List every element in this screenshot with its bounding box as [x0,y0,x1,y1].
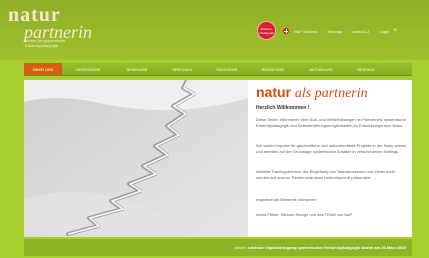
swiss-flag-icon [283,28,289,34]
footer-news-link[interactable]: nächster Diplomlehrgang systemischer Erl… [248,245,406,250]
intro-paragraph: Diese Seiten informieren über Aus- und W… [256,117,406,128]
footer-news-bar: aktuell: nächster Diplomlehrgang systemi… [24,239,412,256]
menu-item-lehrgaenge[interactable]: Lehrgänge [62,63,114,75]
link-sitemap[interactable]: Sitemap [328,29,343,34]
header-bar: natur partnerin Verein für systemische E… [0,0,429,60]
wishes-line: Inspirierende Momente wünschen [256,197,317,202]
link-index[interactable]: Index A-Z [352,29,369,34]
menu-item-seminare[interactable]: Seminare [114,63,160,75]
link-nap-schweiz[interactable]: NaP Schweiz [294,29,318,34]
impulse-paragraph: Wir wollen Impulse für ganzheitliche und… [256,143,407,154]
menu-item-aktuelles[interactable]: Aktuelles [296,63,346,75]
menu-item-beratung[interactable]: Beratung [250,63,296,75]
title-strong: natur [256,84,291,100]
partner-paragraph: Aktuelle Trainingstermine, die Begleitun… [256,169,396,180]
top-navigation: NaP Schweiz Sitemap Index A-Z Login + [283,28,397,34]
footer-lead: aktuell: [234,245,248,250]
hero-snow-image [24,80,248,237]
menu-item-service[interactable]: Service [346,63,386,75]
signature-line: Astrid Pöltler, Michael Stange und das T… [256,212,353,217]
plus-icon[interactable]: + [393,28,397,34]
link-login[interactable]: Login [380,29,390,34]
title-italic: als partnerin [294,86,368,101]
menu-item-specials[interactable]: Specials [160,63,204,75]
menu-item-ueber-uns[interactable]: Über uns [24,63,62,75]
welcome-heading: Herzlich Willkommen ! [256,105,310,111]
erlebnispaedagogik-badge-icon[interactable]: Erlebnis-Pädagogik [257,21,276,40]
menu-item-fachtage[interactable]: Fachtage [204,63,250,75]
main-content: natur als partnerin Herzlich Willkommen … [24,80,412,237]
logo-tagline: Verein für systemische Erlebnispädagogik [25,38,66,48]
ski-tracks-image [24,80,248,237]
section-title: natur als partnerin [256,85,368,101]
site-logo[interactable]: natur partnerin [8,5,92,41]
main-menu: Über uns Lehrgänge Seminare Specials Fac… [24,63,412,75]
